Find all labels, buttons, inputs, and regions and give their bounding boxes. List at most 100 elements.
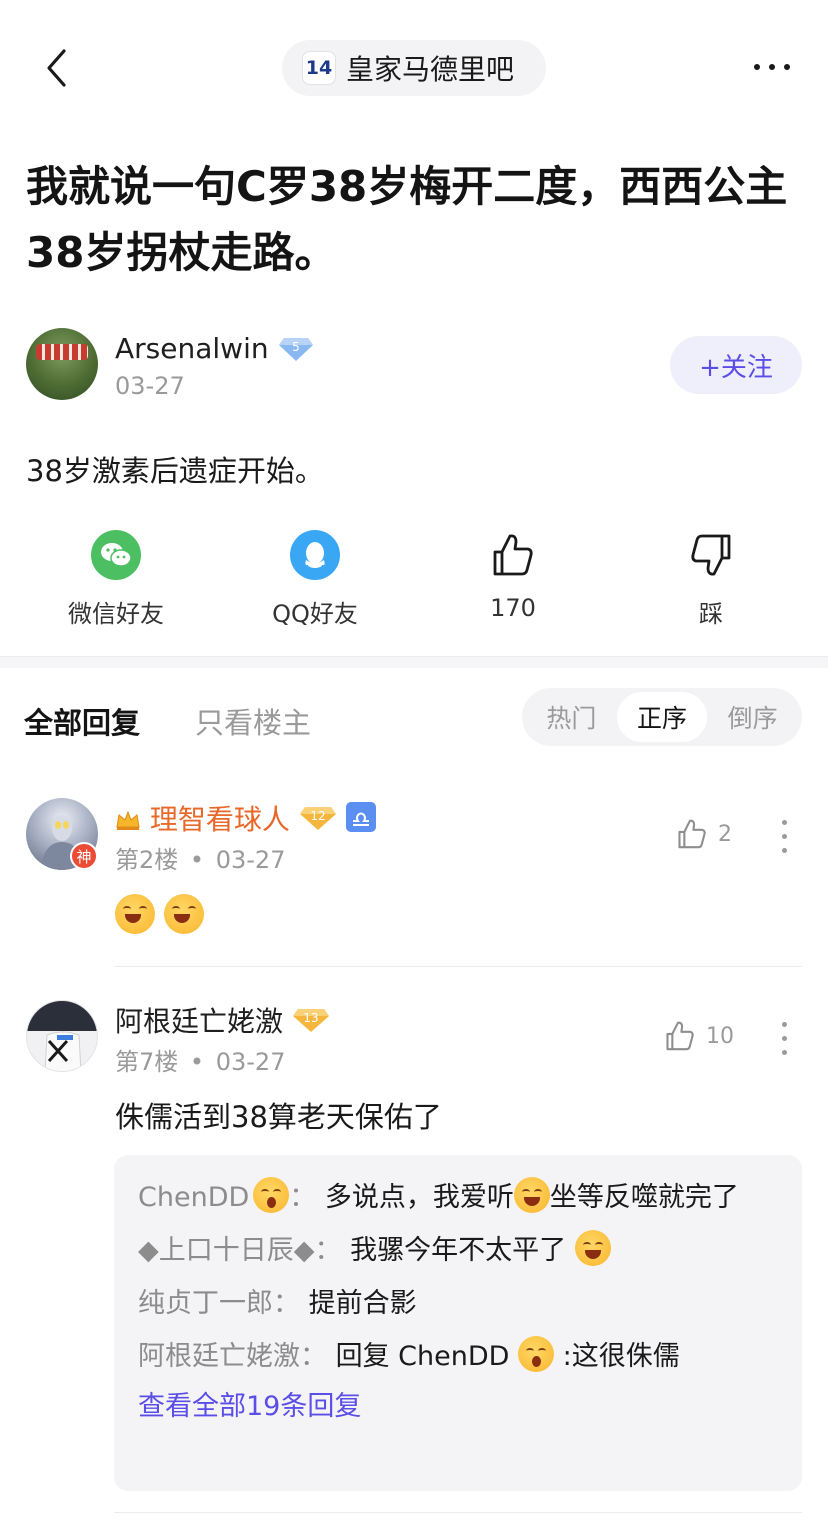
chevron-left-icon bbox=[47, 49, 66, 87]
reply-meta: 第7楼 • 03-27 bbox=[115, 1042, 285, 1077]
sub-reply-text: 我骡今年不太平了 bbox=[350, 1235, 567, 1266]
kebab-icon bbox=[781, 834, 787, 839]
meta-separator: • bbox=[189, 846, 205, 874]
reply-date: 03-27 bbox=[215, 1048, 286, 1076]
more-dots-icon bbox=[784, 64, 790, 70]
sub-reply-user[interactable]: ChenDD bbox=[138, 1182, 249, 1213]
sub-reply-sep: ： bbox=[273, 1288, 300, 1319]
forum-logo-icon: 14 bbox=[302, 51, 336, 85]
reply-emoji-content bbox=[115, 894, 205, 934]
thumbs-up-icon bbox=[666, 1021, 694, 1051]
surprised-emoji-icon bbox=[518, 1336, 555, 1372]
reply-more-button[interactable] bbox=[774, 820, 794, 853]
reply-author-name: 阿根廷亡姥激 bbox=[115, 1005, 284, 1038]
follow-button[interactable]: +关注 bbox=[670, 336, 802, 394]
sort-ascending[interactable]: 正序 bbox=[616, 692, 708, 742]
more-dots-icon bbox=[754, 64, 760, 70]
reply-floor: 第2楼 bbox=[115, 846, 179, 874]
share-qq-button[interactable]: QQ好友 bbox=[250, 530, 380, 629]
svg-text:13: 13 bbox=[303, 1011, 318, 1025]
avatar-image bbox=[36, 344, 88, 360]
sub-reply-sep: ： bbox=[314, 1235, 342, 1266]
wechat-icon bbox=[91, 530, 141, 580]
sub-reply[interactable]: ChenDD ： 多说点，我爱听 坐等反噬就完了 bbox=[138, 1175, 778, 1220]
sub-reply-text: 提前合影 bbox=[308, 1288, 417, 1319]
sort-hot[interactable]: 热门 bbox=[526, 692, 617, 742]
laugh-emoji-icon bbox=[513, 1177, 550, 1213]
sub-replies-box[interactable]: ChenDD： 多说点，我爱听 坐等反噬就完了 ◆上口十日辰◆： 我骡今年不太平了… bbox=[114, 1155, 802, 1491]
reply-like-button[interactable]: 2 bbox=[676, 818, 732, 850]
reply-content: 侏儒活到38算老天保佑了 bbox=[115, 1100, 442, 1134]
sub-reply[interactable]: ◆上口十日辰◆： 我骡今年不太平了 bbox=[138, 1228, 778, 1273]
tab-all-replies[interactable]: 全部回复 bbox=[24, 700, 140, 742]
libra-zodiac-icon bbox=[345, 802, 376, 832]
level-diamond-icon: 5 bbox=[278, 334, 314, 362]
kebab-icon bbox=[781, 1022, 787, 1027]
like-count: 170 bbox=[490, 594, 536, 622]
laugh-emoji-icon bbox=[574, 1230, 611, 1266]
kebab-icon bbox=[781, 820, 787, 825]
back-button[interactable] bbox=[36, 44, 76, 92]
reply-author-name: 理智看球人 bbox=[149, 803, 290, 836]
share-wechat-label: 微信好友 bbox=[68, 600, 164, 628]
thumbs-up-icon bbox=[678, 819, 706, 849]
reply-date: 03-27 bbox=[215, 846, 286, 874]
reply-avatar[interactable] bbox=[26, 1000, 98, 1072]
more-dots-icon bbox=[769, 64, 775, 70]
meta-separator: • bbox=[189, 1048, 205, 1076]
svg-text:12: 12 bbox=[310, 809, 325, 823]
kebab-icon bbox=[781, 1036, 787, 1041]
share-qq-label: QQ好友 bbox=[272, 600, 358, 628]
reply-divider bbox=[114, 1512, 802, 1513]
forum-header-pill[interactable]: 14 皇家马德里吧 bbox=[282, 40, 546, 96]
sub-reply-text: 回复 ChenDD bbox=[335, 1341, 510, 1372]
level-diamond-icon: 13 bbox=[292, 1005, 330, 1040]
author-avatar[interactable] bbox=[26, 328, 98, 400]
reply-more-button[interactable] bbox=[774, 1022, 794, 1055]
sub-reply[interactable]: 阿根廷亡姥激： 回复 ChenDD :这很侏儒 bbox=[138, 1334, 778, 1379]
svg-text:5: 5 bbox=[292, 340, 300, 354]
reply-like-button[interactable]: 10 bbox=[664, 1020, 734, 1052]
thumbs-down-icon bbox=[686, 530, 736, 580]
surprised-emoji-icon bbox=[253, 1177, 290, 1213]
share-wechat-button[interactable]: 微信好友 bbox=[51, 530, 181, 629]
section-divider bbox=[0, 656, 828, 668]
sort-toggle: 热门 正序 倒序 bbox=[522, 688, 802, 746]
laugh-emoji-icon bbox=[115, 894, 155, 934]
sub-reply-text: :这很侏儒 bbox=[562, 1341, 680, 1372]
reply-like-count: 2 bbox=[718, 821, 732, 847]
tab-owner-only[interactable]: 只看楼主 bbox=[195, 700, 311, 742]
dislike-label: 踩 bbox=[699, 600, 723, 628]
sub-reply-user[interactable]: ◆上口十日辰◆ bbox=[138, 1235, 315, 1266]
qq-icon bbox=[290, 530, 340, 580]
reply-like-count: 10 bbox=[706, 1023, 734, 1049]
view-all-replies-link[interactable]: 查看全部19条回复 bbox=[138, 1387, 778, 1427]
thumbs-up-icon bbox=[488, 530, 538, 580]
more-options-button[interactable] bbox=[744, 52, 800, 82]
sub-reply[interactable]: 纯贞丁一郎： 提前合影 bbox=[138, 1281, 778, 1326]
sort-descending[interactable]: 倒序 bbox=[707, 692, 798, 742]
god-badge: 神 bbox=[70, 842, 98, 870]
kebab-icon bbox=[781, 848, 787, 853]
like-post-button[interactable]: 170 bbox=[448, 530, 578, 622]
level-diamond-icon: 12 bbox=[299, 803, 337, 838]
laugh-emoji-icon bbox=[164, 894, 205, 934]
sub-reply-text: 坐等反噬就完了 bbox=[549, 1182, 739, 1213]
sub-reply-text: 多说点，我爱听 bbox=[324, 1182, 514, 1213]
sub-reply-user[interactable]: 纯贞丁一郎 bbox=[138, 1288, 273, 1319]
sub-reply-sep: ： bbox=[289, 1182, 317, 1213]
avatar-image bbox=[27, 1001, 97, 1071]
forum-name: 皇家马德里吧 bbox=[346, 53, 515, 86]
reply-meta: 第2楼 • 03-27 bbox=[115, 840, 285, 875]
reply-floor: 第7楼 bbox=[115, 1048, 179, 1076]
kebab-icon bbox=[781, 1050, 787, 1055]
sub-reply-user[interactable]: 阿根廷亡姥激 bbox=[138, 1341, 300, 1372]
dislike-post-button[interactable]: 踩 bbox=[646, 530, 776, 629]
post-title: 我就说一句C罗38岁梅开二度，西西公主38岁拐杖走路。 bbox=[26, 162, 788, 277]
author-name: Arsenalwin bbox=[115, 332, 269, 365]
author-name-row[interactable]: Arsenalwin 5 bbox=[115, 332, 314, 365]
post-date: 03-27 bbox=[115, 372, 185, 400]
reply-author-row[interactable]: 阿根廷亡姥激 13 bbox=[115, 1000, 330, 1040]
post-body: 38岁激素后遗症开始。 bbox=[26, 454, 324, 488]
reply-author-row[interactable]: 理智看球人 12 bbox=[115, 798, 376, 838]
